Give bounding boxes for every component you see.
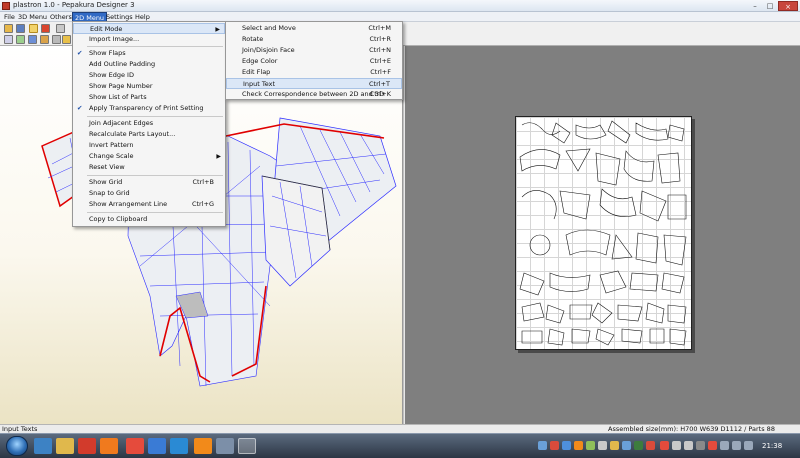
menu-file[interactable]: File xyxy=(2,12,17,22)
tray-icon-6[interactable] xyxy=(598,441,607,450)
menu-item-show-arrangement-line[interactable]: Show Arrangement Line Ctrl+G xyxy=(73,199,225,210)
menu-separator xyxy=(87,116,223,117)
window-title: plastron 1.0 - Pepakura Designer 3 xyxy=(13,1,135,9)
submenu-arrow-icon: ▶ xyxy=(216,153,221,160)
app-icon-orange[interactable] xyxy=(126,438,144,454)
tray-icon-10[interactable] xyxy=(646,441,655,450)
menu-item-show-grid[interactable]: Show Grid Ctrl+B xyxy=(73,177,225,188)
app-icon-blue[interactable] xyxy=(148,438,166,454)
app-icon-gray[interactable] xyxy=(216,438,234,454)
vlc-icon[interactable] xyxy=(194,438,212,454)
menu-item-reset-view[interactable]: Reset View xyxy=(73,162,225,173)
submenu-item-join-disjoin-face[interactable]: Join/Disjoin Face Ctrl+N xyxy=(226,45,402,56)
unfolded-parts xyxy=(519,120,687,346)
menu-item-copy-to-clipboard[interactable]: Copy to Clipboard xyxy=(73,214,225,225)
text-icon[interactable] xyxy=(62,35,71,44)
menu-item-edit-mode[interactable]: Edit Mode ▶ xyxy=(73,23,225,34)
menu-item-join-adjacent-edges[interactable]: Join Adjacent Edges xyxy=(73,118,225,129)
tray-icon-8[interactable] xyxy=(622,441,631,450)
menu-item-apply-transparency[interactable]: ✔ Apply Transparency of Print Setting xyxy=(73,103,225,114)
menu-item-invert-pattern[interactable]: Invert Pattern xyxy=(73,140,225,151)
tray-icon-5[interactable] xyxy=(586,441,595,450)
clock[interactable]: 21:38 xyxy=(762,438,782,454)
tray-icon-12[interactable] xyxy=(672,441,681,450)
tray-icon-2[interactable] xyxy=(550,441,559,450)
menu-item-change-scale[interactable]: Change Scale ▶ xyxy=(73,151,225,162)
tray-icon-1[interactable] xyxy=(538,441,547,450)
submenu-item-check-correspondence[interactable]: Check Correspondence between 2D and 3D C… xyxy=(226,89,402,100)
menu-item-show-edge-id[interactable]: Show Edge ID xyxy=(73,70,225,81)
submenu-item-edit-flap[interactable]: Edit Flap Ctrl+F xyxy=(226,67,402,78)
submenu-item-input-text[interactable]: Input Text Ctrl+T xyxy=(226,78,402,89)
open-icon[interactable] xyxy=(4,24,13,33)
print-icon[interactable] xyxy=(56,24,65,33)
firefox-icon[interactable] xyxy=(100,438,118,454)
color-icon[interactable] xyxy=(41,24,50,33)
check-icon: ✔ xyxy=(77,104,83,112)
app-icon xyxy=(2,2,10,10)
tray-icon-9[interactable] xyxy=(634,441,643,450)
2d-view[interactable] xyxy=(405,46,800,424)
menu-item-import-image[interactable]: Import Image... xyxy=(73,34,225,45)
maximize-button[interactable]: □ xyxy=(763,1,777,11)
tray-icon-7[interactable] xyxy=(610,441,619,450)
tray-icon-4[interactable] xyxy=(574,441,583,450)
menu-item-show-flaps[interactable]: ✔ Show Flaps xyxy=(73,48,225,59)
title-bar: plastron 1.0 - Pepakura Designer 3 – □ × xyxy=(0,0,800,12)
taskbar: 21:38 xyxy=(0,433,800,458)
skype-icon[interactable] xyxy=(170,438,188,454)
antivirus-icon[interactable] xyxy=(708,441,717,450)
menu-separator xyxy=(87,46,223,47)
menu-item-show-list-of-parts[interactable]: Show List of Parts xyxy=(73,92,225,103)
explorer-icon[interactable] xyxy=(56,438,74,454)
status-bar: Input Texts Assembled size(mm): H700 W63… xyxy=(0,424,800,433)
select-tool-icon[interactable] xyxy=(29,24,38,33)
minimize-button[interactable]: – xyxy=(748,1,762,11)
tray-icon-11[interactable] xyxy=(660,441,669,450)
submenu-item-select-and-move[interactable]: Select and Move Ctrl+M xyxy=(226,23,402,34)
menu-item-recalculate-layout[interactable]: Recalculate Parts Layout... xyxy=(73,129,225,140)
submenu-item-edge-color[interactable]: Edge Color Ctrl+E xyxy=(226,56,402,67)
menu-item-snap-to-grid[interactable]: Snap to Grid xyxy=(73,188,225,199)
save-icon[interactable] xyxy=(16,24,25,33)
zoom-icon[interactable] xyxy=(52,35,61,44)
menu-separator xyxy=(87,175,223,176)
tray-icon-14[interactable] xyxy=(696,441,705,450)
tray-icon-3[interactable] xyxy=(562,441,571,450)
submenu-item-rotate[interactable]: Rotate Ctrl+R xyxy=(226,34,402,45)
flag-icon[interactable] xyxy=(732,441,741,450)
volume-icon[interactable] xyxy=(744,441,753,450)
menu-item-add-outline-padding[interactable]: Add Outline Padding xyxy=(73,59,225,70)
edit-mode-submenu: Select and Move Ctrl+M Rotate Ctrl+R Joi… xyxy=(225,21,403,100)
flap-icon[interactable] xyxy=(40,35,49,44)
grid-icon[interactable] xyxy=(28,35,37,44)
tray-icon-13[interactable] xyxy=(684,441,693,450)
pepakura-taskbar-icon[interactable] xyxy=(238,438,256,454)
close-button[interactable]: × xyxy=(778,1,798,11)
menu-separator xyxy=(87,212,223,213)
menu-others[interactable]: Others xyxy=(48,12,74,22)
2d-menu-dropdown: Edit Mode ▶ Import Image... ✔ Show Flaps… xyxy=(72,21,226,227)
start-button[interactable] xyxy=(6,436,28,456)
ie-icon[interactable] xyxy=(34,438,52,454)
network-icon[interactable] xyxy=(720,441,729,450)
move-icon[interactable] xyxy=(16,35,25,44)
unfold-icon[interactable] xyxy=(4,35,13,44)
menu-item-show-page-number[interactable]: Show Page Number xyxy=(73,81,225,92)
menu-3d[interactable]: 3D Menu xyxy=(16,12,49,22)
print-page xyxy=(515,116,692,350)
app-icon-red[interactable] xyxy=(78,438,96,454)
check-icon: ✔ xyxy=(77,49,83,57)
